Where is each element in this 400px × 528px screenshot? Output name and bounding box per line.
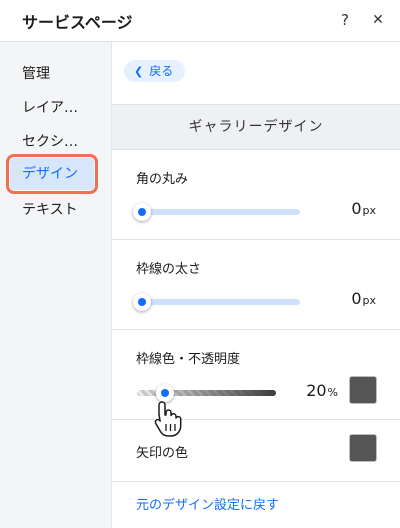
- panel-header: サービスページ ? ✕: [0, 0, 400, 42]
- main-panel: ❮ 戻る ギャラリーデザイン 角の丸み 0px 枠線の太さ 0px 枠線色・不透明…: [112, 42, 400, 528]
- sidebar-item-manage[interactable]: 管理: [10, 58, 94, 90]
- opacity-slider[interactable]: [137, 384, 276, 402]
- sidebar-item-section[interactable]: セクシ…: [10, 126, 94, 158]
- opacity-value: 20%: [306, 381, 338, 400]
- border-width-label: 枠線の太さ: [136, 262, 202, 277]
- sidebar: 管理 レイア… セクシ… デザイン テキスト: [0, 42, 112, 528]
- border-width-setting: 枠線の太さ 0px: [112, 240, 400, 330]
- back-button[interactable]: ❮ 戻る: [124, 60, 186, 82]
- border-width-number: 0: [351, 289, 362, 308]
- corner-radius-unit: px: [362, 204, 377, 217]
- sidebar-item-design[interactable]: デザイン: [6, 154, 98, 194]
- arrow-color-label: 矢印の色: [136, 446, 189, 461]
- slider-handle[interactable]: [133, 203, 151, 221]
- section-title: ギャラリーデザイン: [112, 104, 400, 150]
- opacity-unit: %: [327, 386, 338, 399]
- corner-radius-setting: 角の丸み 0px: [112, 150, 400, 240]
- slider-handle[interactable]: [133, 293, 151, 311]
- help-icon[interactable]: ?: [336, 9, 354, 31]
- panel-title: サービスページ: [22, 13, 133, 32]
- chevron-left-icon: ❮: [134, 65, 144, 78]
- opacity-number: 20: [306, 381, 327, 400]
- hand-pointer-cursor-icon: [154, 401, 182, 437]
- sidebar-item-layout[interactable]: レイア…: [10, 92, 94, 124]
- close-icon[interactable]: ✕: [368, 9, 388, 31]
- border-width-value: 0px: [351, 289, 376, 308]
- sidebar-item-text[interactable]: テキスト: [10, 194, 94, 226]
- reset-design-link[interactable]: 元のデザイン設定に戻す: [136, 494, 279, 513]
- border-color-swatch[interactable]: [349, 376, 377, 404]
- corner-radius-number: 0: [351, 199, 362, 218]
- border-color-label: 枠線色・不透明度: [136, 352, 241, 367]
- border-width-slider[interactable]: [133, 293, 300, 311]
- corner-radius-slider[interactable]: [133, 203, 300, 221]
- back-row: ❮ 戻る: [112, 42, 400, 104]
- arrow-color-swatch[interactable]: [349, 434, 377, 462]
- corner-radius-label: 角の丸み: [136, 172, 189, 187]
- corner-radius-value: 0px: [351, 199, 376, 218]
- border-width-unit: px: [362, 294, 377, 307]
- back-button-label: 戻る: [149, 64, 174, 78]
